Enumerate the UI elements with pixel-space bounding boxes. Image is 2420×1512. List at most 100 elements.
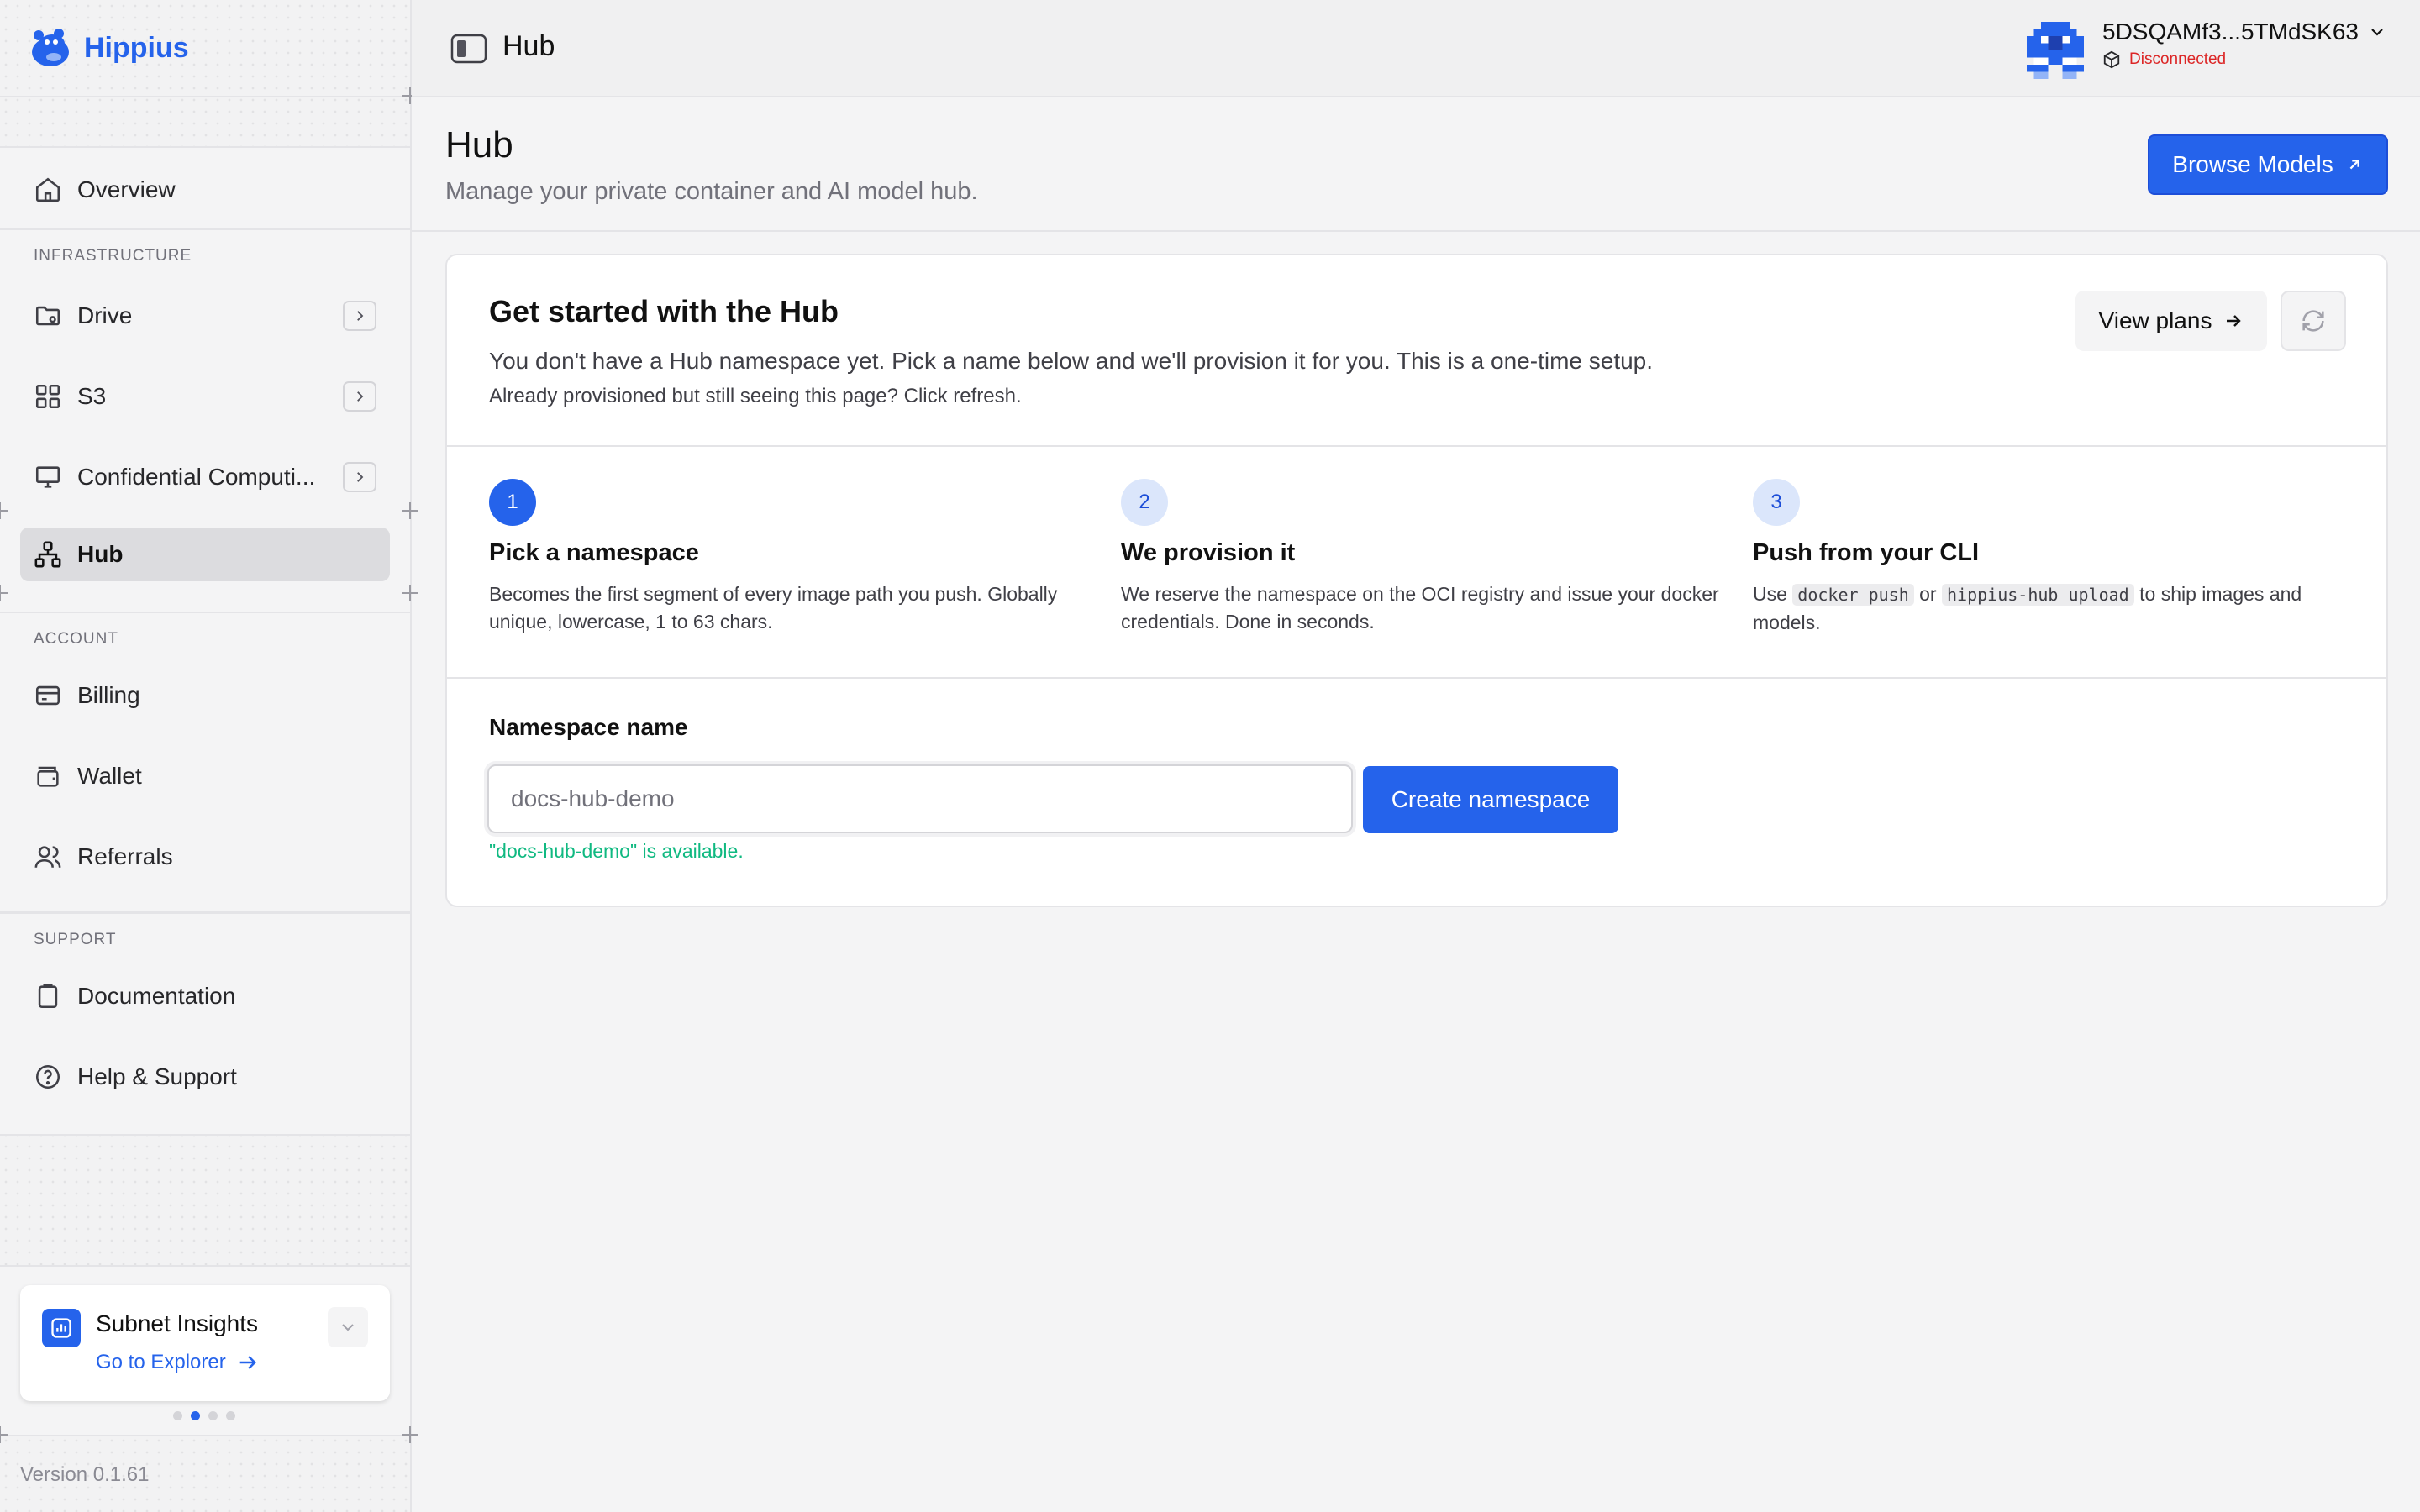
- carousel-dots: [173, 1411, 235, 1420]
- sidebar-item-confidential-computing[interactable]: Confidential Computi...: [20, 450, 390, 504]
- chevron-down-icon: [342, 1324, 354, 1331]
- home-icon: [35, 177, 60, 202]
- chevron-right-icon: [357, 311, 364, 321]
- carousel-dot[interactable]: [173, 1411, 182, 1420]
- wallet-icon: [37, 766, 59, 787]
- connection-status: Disconnected: [2102, 50, 2226, 69]
- namespace-label: Namespace name: [489, 714, 688, 740]
- page-title: Hub: [445, 124, 513, 165]
- topbar: Hub 5DSQAMf3...5TMdSK63 Disconnected: [412, 0, 2420, 97]
- expand-compute-button[interactable]: [343, 462, 376, 492]
- grid-icon: [35, 384, 60, 409]
- sidebar-item-s3[interactable]: S3: [20, 370, 390, 423]
- step-title: Pick a namespace: [489, 539, 699, 566]
- arrow-up-right-icon: [2349, 160, 2360, 170]
- expand-s3-button[interactable]: [343, 381, 376, 412]
- sidebar-item-billing[interactable]: Billing: [20, 669, 390, 722]
- carousel-dot[interactable]: [208, 1411, 218, 1420]
- insights-collapse-button[interactable]: [328, 1307, 368, 1347]
- account-avatar[interactable]: [2027, 22, 2084, 79]
- section-label-infrastructure: INFRASTRUCTURE: [34, 247, 192, 265]
- corner-marker: [402, 502, 418, 519]
- browse-models-button[interactable]: Browse Models: [2148, 134, 2388, 195]
- sidebar-item-label: Referrals: [77, 843, 173, 869]
- corner-marker: [0, 585, 8, 601]
- box-icon: [2103, 50, 2120, 69]
- step-number: 2: [1121, 479, 1168, 526]
- page-subtitle: Manage your private container and AI mod…: [445, 178, 978, 205]
- desc-text: or: [1919, 583, 1937, 605]
- step-title: We provision it: [1121, 539, 1296, 566]
- sidebar-item-label: Documentation: [77, 983, 236, 1009]
- sidebar-item-label: Billing: [77, 682, 140, 708]
- account-id: 5DSQAMf3...5TMdSK63: [2102, 18, 2360, 45]
- step-3: 3 Push from your CLI Use docker push or …: [1753, 479, 2375, 637]
- step-1: 1 Pick a namespace Becomes the first seg…: [489, 479, 1111, 636]
- step-number: 3: [1753, 479, 1800, 526]
- divider: [447, 677, 2386, 679]
- sidebar-item-documentation[interactable]: Documentation: [20, 969, 390, 1023]
- step-2: 2 We provision it We reserve the namespa…: [1121, 479, 1743, 636]
- sidebar-item-label: Help & Support: [77, 1063, 237, 1089]
- nav-section-main: Overview: [0, 146, 410, 230]
- corner-marker: [402, 585, 418, 601]
- chart-icon: [42, 1309, 81, 1347]
- create-namespace-button[interactable]: Create namespace: [1363, 766, 1618, 833]
- insights-title: Subnet Insights: [96, 1310, 259, 1336]
- arrow-right-icon: [2227, 315, 2242, 327]
- corner-marker: [0, 1426, 8, 1443]
- view-plans-button[interactable]: View plans: [2075, 291, 2267, 351]
- account-switcher[interactable]: 5DSQAMf3...5TMdSK63: [2102, 18, 2387, 45]
- help-circle-icon: [35, 1064, 60, 1089]
- step-title: Push from your CLI: [1753, 539, 1980, 566]
- subnet-insights-card[interactable]: Subnet Insights Go to Explorer: [20, 1285, 390, 1401]
- card-title: Get started with the Hub: [489, 294, 839, 328]
- expand-drive-button[interactable]: [343, 301, 376, 331]
- sidebar-item-hub[interactable]: Hub: [20, 528, 390, 581]
- app-version: Version 0.1.61: [20, 1463, 150, 1486]
- button-label: View plans: [2098, 307, 2212, 333]
- page-header: Hub Manage your private container and AI…: [412, 97, 2420, 232]
- carousel-dot[interactable]: [226, 1411, 235, 1420]
- nav-section-infrastructure: INFRASTRUCTURE Drive S3 Confidential Com…: [0, 228, 410, 613]
- topbar-title: Hub: [502, 30, 555, 62]
- section-label-account: ACCOUNT: [34, 630, 118, 648]
- folder-icon: [35, 306, 60, 326]
- availability-message: "docs-hub-demo" is available.: [489, 840, 744, 862]
- status-text: Disconnected: [2129, 50, 2227, 68]
- section-label-support: SUPPORT: [34, 931, 117, 948]
- network-icon: [34, 541, 61, 568]
- button-label: Browse Models: [2172, 151, 2333, 177]
- sidebar-item-referrals[interactable]: Referrals: [20, 830, 390, 884]
- corner-marker: [0, 502, 8, 519]
- sidebar-item-drive[interactable]: Drive: [20, 289, 390, 343]
- arrow-right-icon: [239, 1356, 256, 1369]
- sidebar-item-label: S3: [77, 383, 107, 409]
- sidebar-item-label: Overview: [77, 176, 176, 202]
- refresh-button[interactable]: [2281, 291, 2346, 351]
- carousel-dot-active[interactable]: [191, 1411, 200, 1420]
- sidebar-item-wallet[interactable]: Wallet: [20, 749, 390, 803]
- sidebar: Hippius Overview INFRASTRUCTURE Drive S3: [0, 0, 418, 1512]
- sidebar-toggle-icon[interactable]: [450, 34, 487, 64]
- logo[interactable]: Hippius: [0, 0, 410, 97]
- step-description: Becomes the first segment of every image…: [489, 583, 1058, 633]
- card-icon: [35, 685, 60, 706]
- users-icon: [34, 846, 61, 868]
- code-docker-push: docker push: [1792, 584, 1914, 606]
- code-hippius-hub-upload: hippius-hub upload: [1941, 584, 2134, 606]
- hippo-logo-icon: [32, 29, 69, 66]
- namespace-input[interactable]: [487, 764, 1353, 833]
- step-description: Use docker push or hippius-hub upload to…: [1753, 580, 2341, 637]
- go-to-explorer-link[interactable]: Go to Explorer: [96, 1351, 260, 1374]
- sidebar-item-overview[interactable]: Overview: [20, 163, 390, 217]
- nav-section-account: ACCOUNT Billing Wallet Referrals: [0, 612, 410, 912]
- chevron-down-icon: [2371, 29, 2383, 36]
- step-number: 1: [489, 479, 536, 526]
- sidebar-item-help[interactable]: Help & Support: [20, 1050, 390, 1104]
- app-name: Hippius: [84, 31, 189, 64]
- get-started-card: Get started with the Hub You don't have …: [445, 254, 2388, 907]
- refresh-icon: [2302, 310, 2324, 332]
- divider: [447, 445, 2386, 447]
- clipboard-icon: [38, 984, 58, 1009]
